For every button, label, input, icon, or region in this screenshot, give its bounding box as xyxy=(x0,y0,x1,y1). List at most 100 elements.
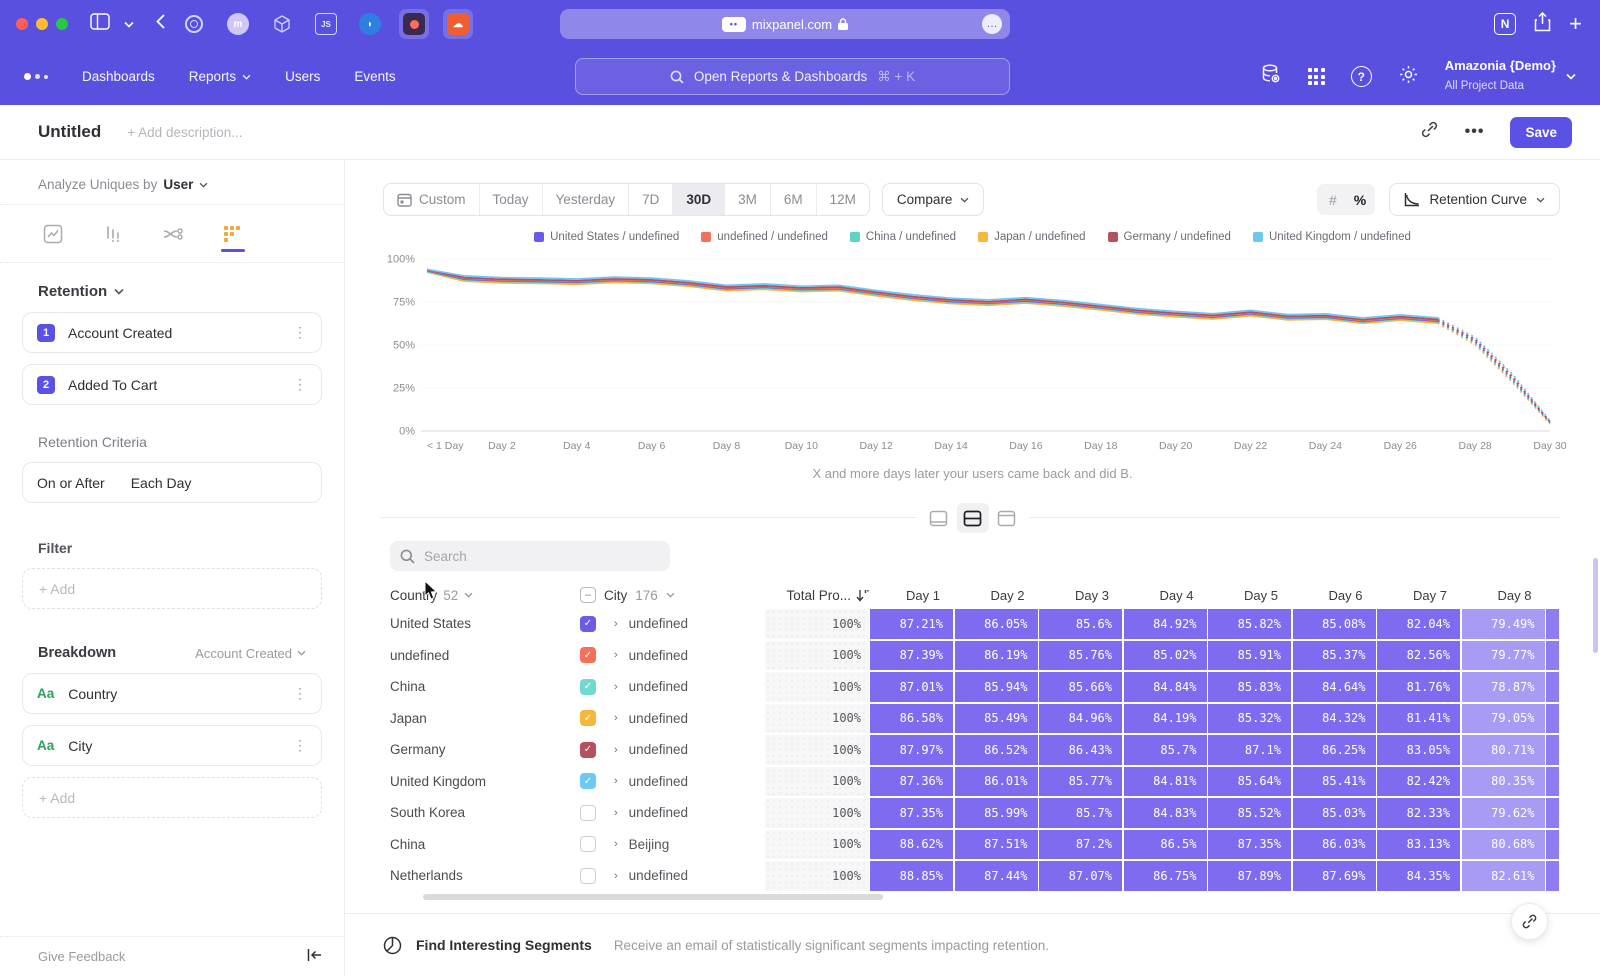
expand-row-icon[interactable]: › xyxy=(614,649,618,661)
expand-row-icon[interactable]: › xyxy=(614,870,618,882)
retention-cell[interactable]: 86.01% xyxy=(955,767,1038,797)
city-cell[interactable]: undefined xyxy=(629,679,688,694)
row-checkbox-checked[interactable]: ✓ xyxy=(580,773,596,789)
city-cell[interactable]: undefined xyxy=(629,805,688,820)
expand-row-icon[interactable]: › xyxy=(614,775,618,787)
kebab-menu-icon[interactable]: ⋮ xyxy=(293,737,307,754)
mixpanel-logo[interactable] xyxy=(24,73,48,80)
kebab-menu-icon[interactable]: ⋮ xyxy=(293,376,307,393)
row-checkbox-checked[interactable]: ✓ xyxy=(580,647,596,663)
row-checkbox-checked[interactable]: ✓ xyxy=(580,710,596,726)
m-app-icon[interactable]: m xyxy=(223,9,253,39)
criteria-interval[interactable]: Each Day xyxy=(131,475,192,491)
retention-cell[interactable]: 81.41% xyxy=(1377,704,1460,734)
country-cell[interactable]: undefined xyxy=(390,648,580,663)
nav-item-events[interactable]: Events xyxy=(354,69,395,84)
mixpanel-app-icon[interactable] xyxy=(399,9,429,39)
expand-row-icon[interactable]: › xyxy=(614,618,618,630)
horizontal-scrollbar[interactable] xyxy=(423,894,883,900)
retention-cell[interactable]: 86.05% xyxy=(955,609,1038,639)
retention-cell[interactable]: 87.51% xyxy=(955,830,1038,860)
legend-item[interactable]: undefined / undefined xyxy=(701,231,828,243)
retention-cell[interactable]: 84.92% xyxy=(1124,609,1207,639)
retention-cell[interactable]: 85.02% xyxy=(1124,641,1207,671)
retention-cell[interactable]: 87.44% xyxy=(955,861,1038,891)
city-cell[interactable]: Beijing xyxy=(629,837,670,852)
retention-cell[interactable]: 88.62% xyxy=(870,830,953,860)
retention-cell[interactable]: 82.61% xyxy=(1462,861,1545,891)
day-column-header[interactable]: Day 4 xyxy=(1124,588,1207,603)
retention-cell[interactable]: 85.32% xyxy=(1208,704,1291,734)
retention-cell[interactable]: 85.99% xyxy=(955,798,1038,828)
day-column-header[interactable]: Day 2 xyxy=(955,588,1038,603)
retention-cell[interactable]: 80.68% xyxy=(1462,830,1545,860)
analyze-value[interactable]: User xyxy=(163,177,193,192)
city-cell[interactable]: undefined xyxy=(629,742,688,757)
retention-cell[interactable]: 86.25% xyxy=(1293,735,1376,765)
cube-app-icon[interactable] xyxy=(267,9,297,39)
notion-extension-icon[interactable]: N xyxy=(1494,13,1516,35)
retention-cell[interactable]: 87.2% xyxy=(1039,830,1122,860)
show-counts-button[interactable]: # xyxy=(1319,186,1346,213)
retention-cell[interactable]: 87.07% xyxy=(1039,861,1122,891)
legend-item[interactable]: Japan / undefined xyxy=(978,231,1085,243)
address-bar[interactable]: •• mixpanel.com … xyxy=(560,9,1010,39)
date-range-30d[interactable]: 30D xyxy=(673,184,725,215)
project-switcher[interactable]: Amazonia {Demo} All Project Data xyxy=(1445,58,1576,94)
day-column-header[interactable]: Day 5 xyxy=(1208,588,1291,603)
nav-item-reports[interactable]: Reports xyxy=(189,69,251,84)
retention-cell[interactable]: 85.77% xyxy=(1039,767,1122,797)
retention-cell[interactable]: 85.83% xyxy=(1208,672,1291,702)
row-checkbox-checked[interactable]: ✓ xyxy=(580,679,596,695)
chart-type-dropdown[interactable]: Retention Curve xyxy=(1389,183,1560,216)
retention-cell[interactable]: 85.08% xyxy=(1293,609,1376,639)
retention-cell[interactable]: 87.01% xyxy=(870,672,953,702)
data-management-icon[interactable] xyxy=(1260,63,1282,90)
retention-cell[interactable]: 83.05% xyxy=(1377,735,1460,765)
day-column-header[interactable]: Day 3 xyxy=(1039,588,1122,603)
date-range-7d[interactable]: 7D xyxy=(629,184,673,215)
expand-row-icon[interactable]: › xyxy=(614,681,618,693)
retention-cell[interactable]: 79.49% xyxy=(1462,609,1545,639)
date-range-custom[interactable]: Custom xyxy=(384,184,480,215)
retention-cell[interactable]: 85.7% xyxy=(1124,735,1207,765)
legend-item[interactable]: Germany / undefined xyxy=(1108,231,1231,243)
retention-criteria-card[interactable]: On or After Each Day xyxy=(22,462,322,503)
day-column-header[interactable]: Day 8 xyxy=(1462,588,1545,603)
retention-cell[interactable]: 82.42% xyxy=(1377,767,1460,797)
retention-cell[interactable]: 86.5% xyxy=(1124,830,1207,860)
city-cell[interactable]: undefined xyxy=(629,868,688,883)
kebab-menu-icon[interactable]: ⋮ xyxy=(293,324,307,341)
retention-step-2[interactable]: 2 Added To Cart ⋮ xyxy=(22,364,322,405)
open-reports-search[interactable]: Open Reports & Dashboards ⌘ + K xyxy=(575,58,1010,95)
retention-cell[interactable]: 80.35% xyxy=(1462,767,1545,797)
retention-cell[interactable]: 79.05% xyxy=(1462,704,1545,734)
expand-row-icon[interactable]: › xyxy=(614,807,618,819)
legend-item[interactable]: China / undefined xyxy=(850,231,956,243)
save-button[interactable]: Save xyxy=(1510,117,1572,148)
retention-cell[interactable]: 85.49% xyxy=(955,704,1038,734)
retention-section-title[interactable]: Retention xyxy=(38,283,107,300)
traffic-lights[interactable] xyxy=(16,18,68,30)
retention-cell[interactable]: 85.76% xyxy=(1039,641,1122,671)
js-app-icon[interactable]: JS xyxy=(311,9,341,39)
give-feedback-link[interactable]: Give Feedback xyxy=(38,949,125,964)
breakdown-city[interactable]: Aa City ⋮ xyxy=(22,725,322,766)
country-cell[interactable]: United States xyxy=(390,616,580,631)
tab-funnels[interactable] xyxy=(92,217,134,251)
retention-cell[interactable]: 85.37% xyxy=(1293,641,1376,671)
city-cell[interactable]: undefined xyxy=(629,774,688,789)
retention-cell[interactable]: 87.39% xyxy=(870,641,953,671)
retention-cell[interactable]: 84.64% xyxy=(1293,672,1376,702)
retention-cell[interactable]: 86.43% xyxy=(1039,735,1122,765)
back-icon[interactable] xyxy=(156,14,165,34)
country-cell[interactable]: South Korea xyxy=(390,805,580,820)
retention-cell[interactable]: 87.21% xyxy=(870,609,953,639)
breakdown-scope-dropdown[interactable]: Account Created xyxy=(195,646,306,661)
city-cell[interactable]: undefined xyxy=(629,616,688,631)
chart-only-view-button[interactable] xyxy=(923,503,955,533)
country-cell[interactable]: Japan xyxy=(390,711,580,726)
date-range-today[interactable]: Today xyxy=(480,184,543,215)
retention-cell[interactable]: 87.36% xyxy=(870,767,953,797)
date-range-12m[interactable]: 12M xyxy=(817,184,869,215)
